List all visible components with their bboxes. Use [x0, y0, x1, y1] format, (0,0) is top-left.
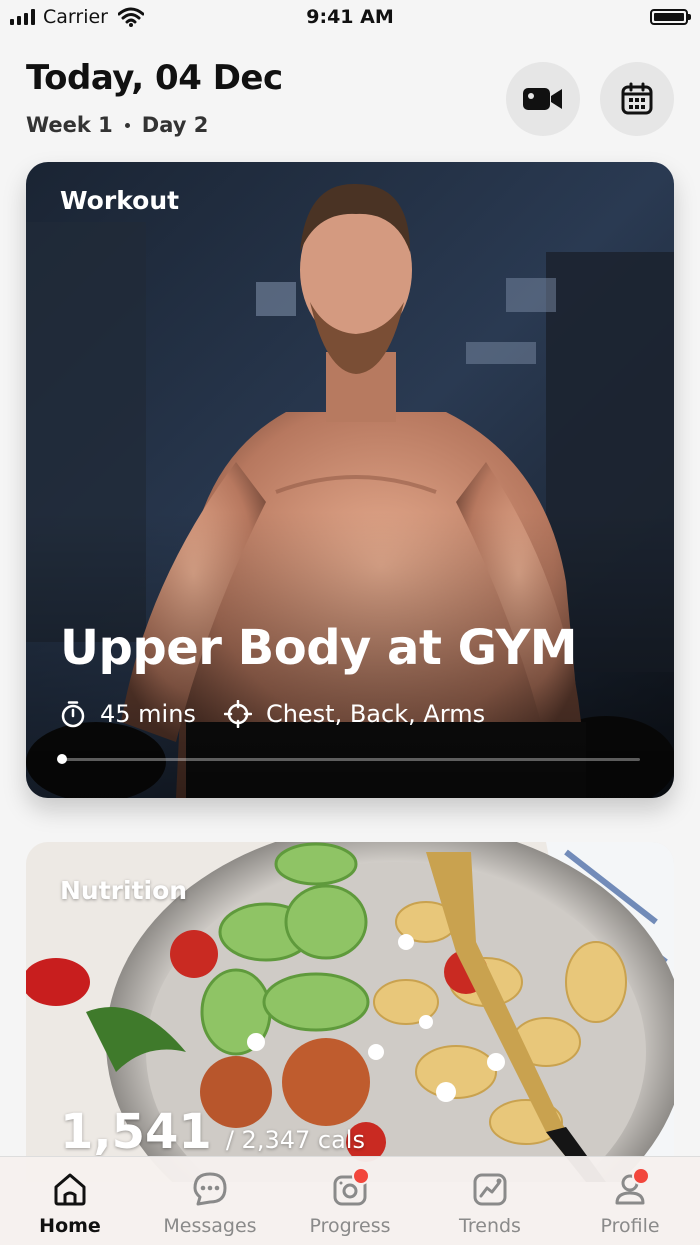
video-camera-icon: [523, 88, 562, 110]
profile-notification-badge: [632, 1167, 650, 1185]
week-label: Week 1: [26, 113, 113, 137]
tab-trends-label: Trends: [459, 1215, 521, 1237]
status-bar: Carrier 9:41 AM: [0, 0, 700, 36]
status-time: 9:41 AM: [306, 6, 394, 28]
calendar-icon: [621, 82, 653, 115]
crosshair-icon: [223, 700, 252, 728]
trends-icon: [473, 1173, 507, 1206]
video-call-button[interactable]: [506, 62, 580, 136]
progress-notification-badge: [352, 1167, 370, 1185]
tab-profile-label: Profile: [600, 1215, 660, 1237]
target-muscles-info: Chest, Back, Arms: [223, 700, 486, 728]
tab-bar: Home Messages Progress Trends Profile: [0, 1156, 700, 1245]
chat-icon: [193, 1172, 227, 1206]
tab-trends[interactable]: Trends: [420, 1157, 560, 1245]
tab-profile[interactable]: Profile: [560, 1157, 700, 1245]
day-label: Day 2: [141, 113, 209, 137]
tab-messages-label: Messages: [163, 1215, 257, 1237]
week-day-line: Week 1 Day 2: [26, 113, 208, 137]
header: Today, 04 Dec Week 1 Day 2: [0, 36, 700, 160]
tab-home[interactable]: Home: [0, 1157, 140, 1245]
duration-info: 45 mins: [60, 700, 196, 728]
workout-meta: 45 mins Chest, Back, Arms: [60, 700, 513, 728]
separator-dot: [124, 122, 130, 128]
calories-consumed: 1,541: [60, 1104, 212, 1160]
tab-home-label: Home: [39, 1215, 101, 1237]
nutrition-card[interactable]: Nutrition 1,541 / 2,347 cals: [26, 842, 674, 1182]
stopwatch-icon: [61, 701, 85, 728]
workout-progress-track[interactable]: [57, 754, 640, 764]
calorie-summary: 1,541 / 2,347 cals: [60, 1104, 365, 1160]
home-icon: [54, 1173, 86, 1206]
calendar-button[interactable]: [600, 62, 674, 136]
tab-messages[interactable]: Messages: [140, 1157, 280, 1245]
page-title: Today, 04 Dec: [26, 58, 283, 98]
tab-progress[interactable]: Progress: [280, 1157, 420, 1245]
workout-card[interactable]: Workout Upper Body at GYM 45 mins Chest,…: [26, 162, 674, 798]
calories-total: / 2,347 cals: [225, 1126, 365, 1154]
tab-progress-label: Progress: [309, 1215, 391, 1237]
battery-icon: [650, 9, 691, 25]
workout-title: Upper Body at GYM: [60, 620, 577, 676]
muscles-text: Chest, Back, Arms: [265, 700, 486, 728]
duration-text: 45 mins: [100, 700, 196, 728]
nutrition-label: Nutrition: [60, 876, 188, 905]
workout-label: Workout: [60, 186, 180, 215]
workout-progress-thumb[interactable]: [57, 754, 67, 764]
